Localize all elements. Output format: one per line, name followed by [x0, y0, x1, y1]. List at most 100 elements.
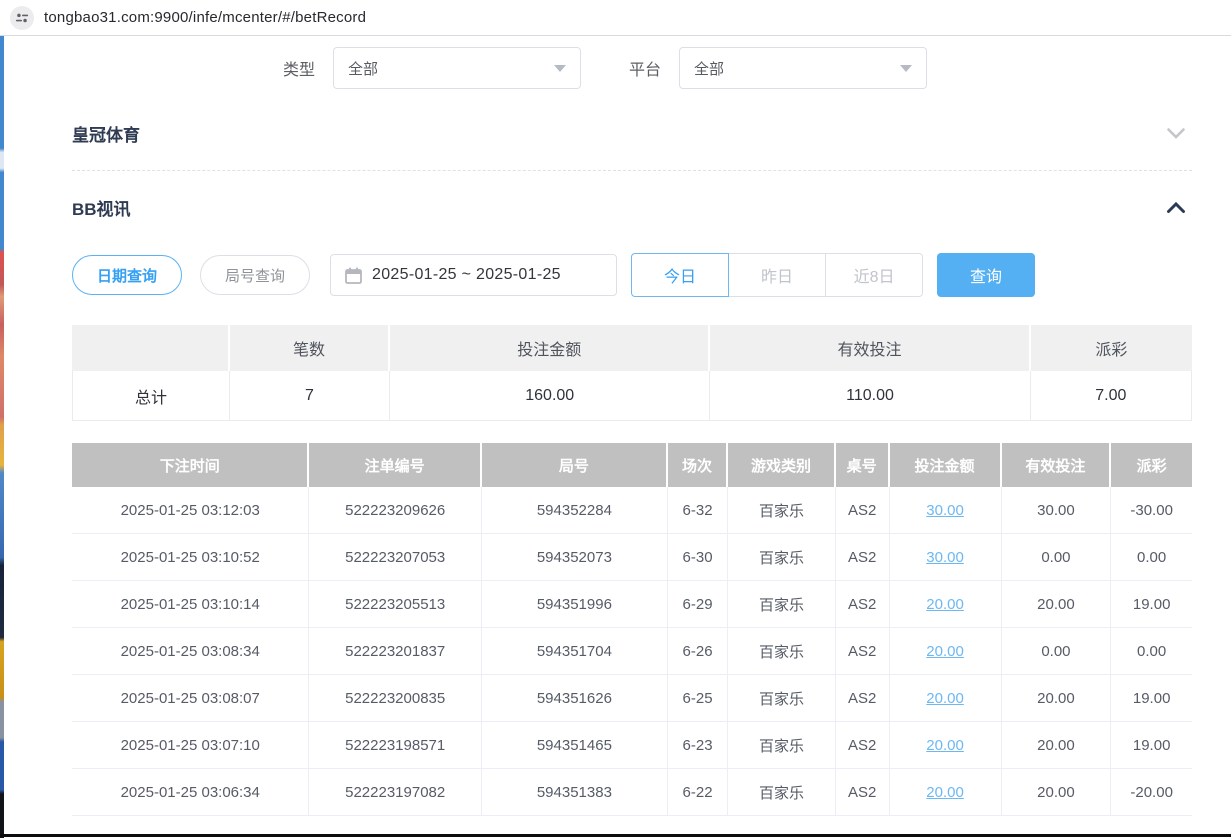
- cell-game: 百家乐: [728, 487, 836, 534]
- cell-session: 6-22: [668, 769, 728, 816]
- cell-game: 百家乐: [728, 675, 836, 722]
- bet-amount-link[interactable]: 20.00: [926, 737, 964, 754]
- cell-round: 594352073: [482, 534, 668, 581]
- bet-amount-link[interactable]: 20.00: [926, 784, 964, 801]
- yesterday-label: 昨日: [761, 263, 793, 287]
- summary-cell: 110.00: [710, 371, 1030, 421]
- cell-table: AS2: [836, 534, 890, 581]
- cell-game: 百家乐: [728, 534, 836, 581]
- summary-header-row: 笔数投注金额有效投注派彩: [72, 325, 1192, 371]
- today-label: 今日: [664, 263, 696, 287]
- cell-table: AS2: [836, 628, 890, 675]
- cell-round: 594351704: [482, 628, 668, 675]
- cell-ticket: 522223201837: [309, 628, 481, 675]
- table-row: 2025-01-25 03:10:14522223205513594351996…: [72, 581, 1192, 628]
- cell-valid: 20.00: [1002, 722, 1112, 769]
- bet-amount-link[interactable]: 20.00: [926, 596, 964, 613]
- cell-bet: 20.00: [890, 628, 1002, 675]
- column-header: 桌号: [836, 443, 890, 487]
- cell-ticket: 522223205513: [309, 581, 481, 628]
- date-query-button[interactable]: 日期查询: [72, 255, 182, 295]
- summary-cell: 160.00: [390, 371, 710, 421]
- search-button-label: 查询: [970, 263, 1002, 287]
- section-bb-video[interactable]: BB视讯: [72, 189, 1192, 225]
- chevron-down-icon: [554, 65, 566, 72]
- site-settings-icon[interactable]: [10, 6, 34, 30]
- cell-session: 6-26: [668, 628, 728, 675]
- column-header: 有效投注: [1002, 443, 1112, 487]
- cell-valid: 20.00: [1002, 769, 1112, 816]
- cell-valid: 30.00: [1002, 487, 1112, 534]
- cell-bet: 20.00: [890, 675, 1002, 722]
- cell-bet: 20.00: [890, 581, 1002, 628]
- date-range-picker[interactable]: 2025-01-25 ~ 2025-01-25: [330, 254, 617, 296]
- page-content: 类型 全部 平台 全部 皇冠体育 BB视讯: [4, 36, 1231, 838]
- platform-select[interactable]: 全部: [679, 47, 927, 89]
- cell-bet: 30.00: [890, 487, 1002, 534]
- cell-session: 6-29: [668, 581, 728, 628]
- chevron-up-icon[interactable]: [1166, 201, 1192, 214]
- bet-table-body: 2025-01-25 03:12:03522223209626594352284…: [72, 487, 1192, 816]
- filter-row: 类型 全部 平台 全部: [72, 46, 1192, 90]
- bet-amount-link[interactable]: 20.00: [926, 643, 964, 660]
- round-query-button[interactable]: 局号查询: [200, 255, 310, 295]
- round-query-label: 局号查询: [225, 265, 285, 286]
- cell-round: 594351465: [482, 722, 668, 769]
- bet-amount-link[interactable]: 30.00: [926, 549, 964, 566]
- column-header: 投注金额: [890, 443, 1002, 487]
- last8days-button[interactable]: 近8日: [825, 253, 923, 297]
- cell-game: 百家乐: [728, 581, 836, 628]
- cell-game: 百家乐: [728, 722, 836, 769]
- cell-ticket: 522223207053: [309, 534, 481, 581]
- cell-ticket: 522223198571: [309, 722, 481, 769]
- cell-table: AS2: [836, 581, 890, 628]
- section-title: BB视讯: [72, 195, 131, 220]
- cell-payout: 19.00: [1111, 675, 1192, 722]
- bet-amount-link[interactable]: 30.00: [926, 502, 964, 519]
- cell-valid: 20.00: [1002, 581, 1112, 628]
- cell-payout: 19.00: [1111, 581, 1192, 628]
- section-crown-sports[interactable]: 皇冠体育: [72, 116, 1192, 150]
- section-divider: [72, 170, 1192, 171]
- cell-time: 2025-01-25 03:08:07: [72, 675, 309, 722]
- chevron-down-icon[interactable]: [1166, 127, 1192, 140]
- today-button[interactable]: 今日: [631, 253, 729, 297]
- column-header: 游戏类别: [728, 443, 836, 487]
- cell-payout: 0.00: [1111, 534, 1192, 581]
- platform-select-value: 全部: [694, 58, 724, 79]
- summary-column-header: 笔数: [230, 325, 390, 371]
- search-button[interactable]: 查询: [937, 253, 1035, 297]
- summary-cell: 7: [230, 371, 390, 421]
- cell-session: 6-23: [668, 722, 728, 769]
- background-window-edge: [0, 36, 4, 838]
- cell-valid: 0.00: [1002, 534, 1112, 581]
- table-row: 2025-01-25 03:06:34522223197082594351383…: [72, 769, 1192, 816]
- summary-column-header: 投注金额: [390, 325, 710, 371]
- type-select[interactable]: 全部: [333, 47, 581, 89]
- cell-payout: -20.00: [1111, 769, 1192, 816]
- cell-time: 2025-01-25 03:07:10: [72, 722, 309, 769]
- cell-ticket: 522223209626: [309, 487, 481, 534]
- column-header: 注单编号: [309, 443, 481, 487]
- yesterday-button[interactable]: 昨日: [728, 253, 826, 297]
- table-row: 2025-01-25 03:08:34522223201837594351704…: [72, 628, 1192, 675]
- cell-game: 百家乐: [728, 769, 836, 816]
- type-select-value: 全部: [348, 58, 378, 79]
- date-range-value: 2025-01-25 ~ 2025-01-25: [372, 266, 561, 284]
- summary-column-header: [72, 325, 230, 371]
- summary-cell: 总计: [72, 371, 230, 421]
- bet-table-header-row: 下注时间注单编号局号场次游戏类别桌号投注金额有效投注派彩: [72, 443, 1192, 487]
- cell-round: 594352284: [482, 487, 668, 534]
- bet-amount-link[interactable]: 20.00: [926, 690, 964, 707]
- cell-time: 2025-01-25 03:12:03: [72, 487, 309, 534]
- cell-time: 2025-01-25 03:08:34: [72, 628, 309, 675]
- column-header: 下注时间: [72, 443, 309, 487]
- cell-round: 594351626: [482, 675, 668, 722]
- cell-session: 6-25: [668, 675, 728, 722]
- cell-time: 2025-01-25 03:06:34: [72, 769, 309, 816]
- platform-label: 平台: [629, 56, 661, 80]
- cell-ticket: 522223197082: [309, 769, 481, 816]
- url-text[interactable]: tongbao31.com:9900/infe/mcenter/#/betRec…: [44, 9, 366, 26]
- query-toolbar: 日期查询 局号查询 2025-01-25 ~ 2025-01-25 今日: [72, 253, 1192, 297]
- cell-table: AS2: [836, 487, 890, 534]
